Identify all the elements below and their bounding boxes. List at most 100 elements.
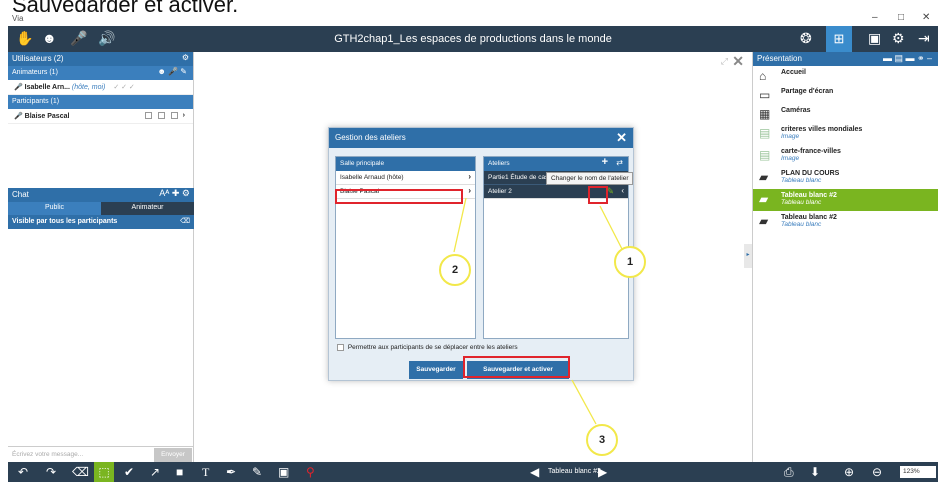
redo-icon[interactable]: ↷ [46, 465, 56, 479]
collapse-right-icon[interactable]: ▸ [744, 244, 752, 268]
print-icon[interactable]: ⎙ [784, 465, 794, 480]
layout-icon[interactable]: ▣ [868, 30, 881, 47]
dialog-title: Gestion des ateliers [335, 133, 406, 142]
animateurs-header: Animateurs (1) ☻ 🎤 ✎ [8, 66, 193, 80]
presentation-item-active[interactable]: ▰ Tableau blanc #2 Tableau blanc [753, 189, 938, 211]
tab-animateur[interactable]: Animateur [101, 202, 194, 215]
network-icon[interactable]: ⊞ [826, 26, 852, 52]
atelier-name: Atelier 2 [488, 188, 512, 195]
chevron-right-icon[interactable]: › [468, 186, 471, 195]
chat-actions-icons[interactable]: Aᴬ ✚ ⚙ [159, 188, 190, 199]
image-thumbnail-icon: ▤ [759, 148, 771, 162]
user-row-participant[interactable]: 🎤 Blaise Pascal › [8, 109, 193, 124]
chat-tabs: Public Animateur [8, 202, 194, 215]
save-button[interactable]: Sauvegarder [409, 361, 463, 379]
visibility-label: Visible par tous les participants [12, 218, 118, 225]
animateur-actions-icons[interactable]: ☻ 🎤 ✎ [157, 67, 187, 76]
chat-visibility: Visible par tous les participants ⌫ [8, 215, 194, 229]
users-header[interactable]: Utilisateurs (2) ⚙ [8, 52, 193, 66]
permission-checkbox[interactable] [157, 112, 165, 119]
arrow-icon[interactable]: ↗ [150, 465, 160, 479]
highlight-box [335, 189, 463, 204]
zoom-out-icon[interactable]: ⊖ [872, 465, 882, 479]
main-room-column: Salle principale Isabelle Arnaud (hôte) … [335, 156, 476, 339]
rectangle-icon[interactable]: ■ [176, 465, 183, 479]
maximize-button[interactable]: □ [898, 12, 904, 23]
download-icon[interactable]: ⬇ [810, 465, 820, 479]
item-sub: Image [781, 133, 800, 140]
fit-icon[interactable]: ⤢ [721, 56, 728, 67]
exit-icon[interactable]: ⇥ [918, 30, 930, 47]
presentation-item-screen-share[interactable]: ▭ Partage d'écran [753, 85, 938, 104]
dialog-header: Gestion des ateliers ✕ [329, 128, 633, 148]
add-atelier-icon[interactable]: + [602, 156, 608, 168]
item-sub: Tableau blanc [781, 177, 822, 184]
gear-icon[interactable]: ⚙ [892, 30, 905, 47]
item-label: PLAN DU COURS [781, 170, 840, 177]
chevron-left-icon[interactable]: ‹ [621, 186, 624, 195]
eraser-icon[interactable]: ⌫ [72, 465, 89, 479]
highlight-box [463, 356, 570, 378]
whiteboard-icon: ▰ [759, 214, 769, 228]
presentation-item-accueil[interactable]: ⌂ Accueil [753, 66, 938, 85]
check-icon[interactable]: ✔ [124, 465, 134, 479]
animateurs-header-label: Animateurs (1) [12, 69, 58, 76]
list-item[interactable]: Isabelle Arnaud (hôte) › [336, 171, 475, 185]
callout-3: 3 [586, 424, 618, 456]
close-window-button[interactable]: ✕ [922, 12, 930, 23]
presentation-actions-icons[interactable]: ▬ ▤ ▬ ⚭ – [883, 53, 932, 64]
move-permission[interactable]: Permettre aux participants de se déplace… [337, 344, 518, 351]
highlight-box [588, 186, 608, 204]
presentation-item-image-2[interactable]: ▤ carte-france-villes Image [753, 145, 938, 167]
atelier-name: Partie1 Étude de cas [488, 174, 549, 181]
shuffle-icon[interactable]: ⇄ [616, 158, 623, 167]
previous-page-icon[interactable]: ◀ [530, 465, 539, 479]
camera-grid-icon: ▦ [759, 107, 771, 121]
pen-icon[interactable]: ✒ [226, 465, 236, 479]
minimize-button[interactable]: – [872, 12, 878, 23]
window-titlebar: Via – □ ✕ [0, 12, 938, 26]
item-label: Caméras [781, 107, 811, 114]
presentation-item-image-1[interactable]: ▤ criteres villes mondiales Image [753, 123, 938, 145]
chat-header[interactable]: Chat Aᴬ ✚ ⚙ [8, 188, 194, 202]
image-icon[interactable]: ▣ [278, 465, 289, 479]
bottom-toolbar: ↶ ↷ ⌫ ⬚ ✔ ↗ ■ T ✒ ✎ ▣ ⚲ ◀ Tableau blanc … [8, 462, 938, 482]
microphone-icon: 🎤 [14, 113, 23, 120]
permission-checkbox[interactable] [144, 112, 152, 119]
move-permission-checkbox[interactable] [337, 344, 344, 351]
pointer-icon[interactable]: ⚲ [306, 465, 315, 479]
settings-wheel-icon[interactable]: ❂ [800, 30, 812, 47]
presentation-item-cameras[interactable]: ▦ Caméras [753, 104, 938, 123]
text-icon[interactable]: T [202, 465, 209, 480]
session-title: GTH2chap1_Les espaces de productions dan… [334, 33, 612, 45]
presentation-header[interactable]: Présentation ▬ ▤ ▬ ⚭ – [753, 52, 938, 66]
user-tag: (hôte, moi) [71, 84, 106, 91]
chat-input[interactable]: Écrivez votre message... [10, 449, 150, 461]
move-permission-label: Permettre aux participants de se déplace… [347, 344, 518, 352]
close-icon[interactable]: ✕ [616, 130, 627, 146]
undo-icon[interactable]: ↶ [18, 465, 28, 479]
tab-public[interactable]: Public [8, 202, 101, 215]
close-icon[interactable]: ✕ [732, 53, 744, 70]
send-button[interactable]: Envoyer [154, 448, 192, 462]
person-name: Isabelle Arnaud (hôte) [340, 174, 404, 181]
highlighter-icon[interactable]: ✎ [252, 465, 262, 479]
zoom-in-icon[interactable]: ⊕ [844, 465, 854, 479]
presentation-item-whiteboard[interactable]: ▰ Tableau blanc #2 Tableau blanc [753, 211, 938, 233]
user-row-animateur[interactable]: 🎤 Isabelle Arn... (hôte, moi) ✓ ✓ ✓ [8, 80, 193, 95]
main-room-header: Salle principale [336, 157, 475, 171]
next-page-icon[interactable]: ▶ [598, 465, 607, 479]
item-label: Partage d'écran [781, 88, 834, 95]
permission-checkbox[interactable] [170, 112, 178, 119]
presentation-item-plan[interactable]: ▰ PLAN DU COURS Tableau blanc [753, 167, 938, 189]
select-icon[interactable]: ⬚ [94, 462, 114, 482]
participants-header-label: Participants (1) [12, 98, 60, 105]
page-label: Tableau blanc #2 [548, 468, 601, 475]
clear-icon[interactable]: ⌫ [180, 217, 190, 225]
chevron-right-icon[interactable]: › [468, 172, 471, 181]
right-panel: Présentation ▬ ▤ ▬ ⚭ – ⌂ Accueil ▭ Parta… [752, 52, 938, 462]
chevron-right-icon[interactable]: › [183, 112, 185, 119]
microphone-icon: 🎤 [14, 84, 23, 91]
zoom-select[interactable]: 123% [900, 466, 936, 478]
gear-icon[interactable]: ⚙ [182, 53, 189, 62]
